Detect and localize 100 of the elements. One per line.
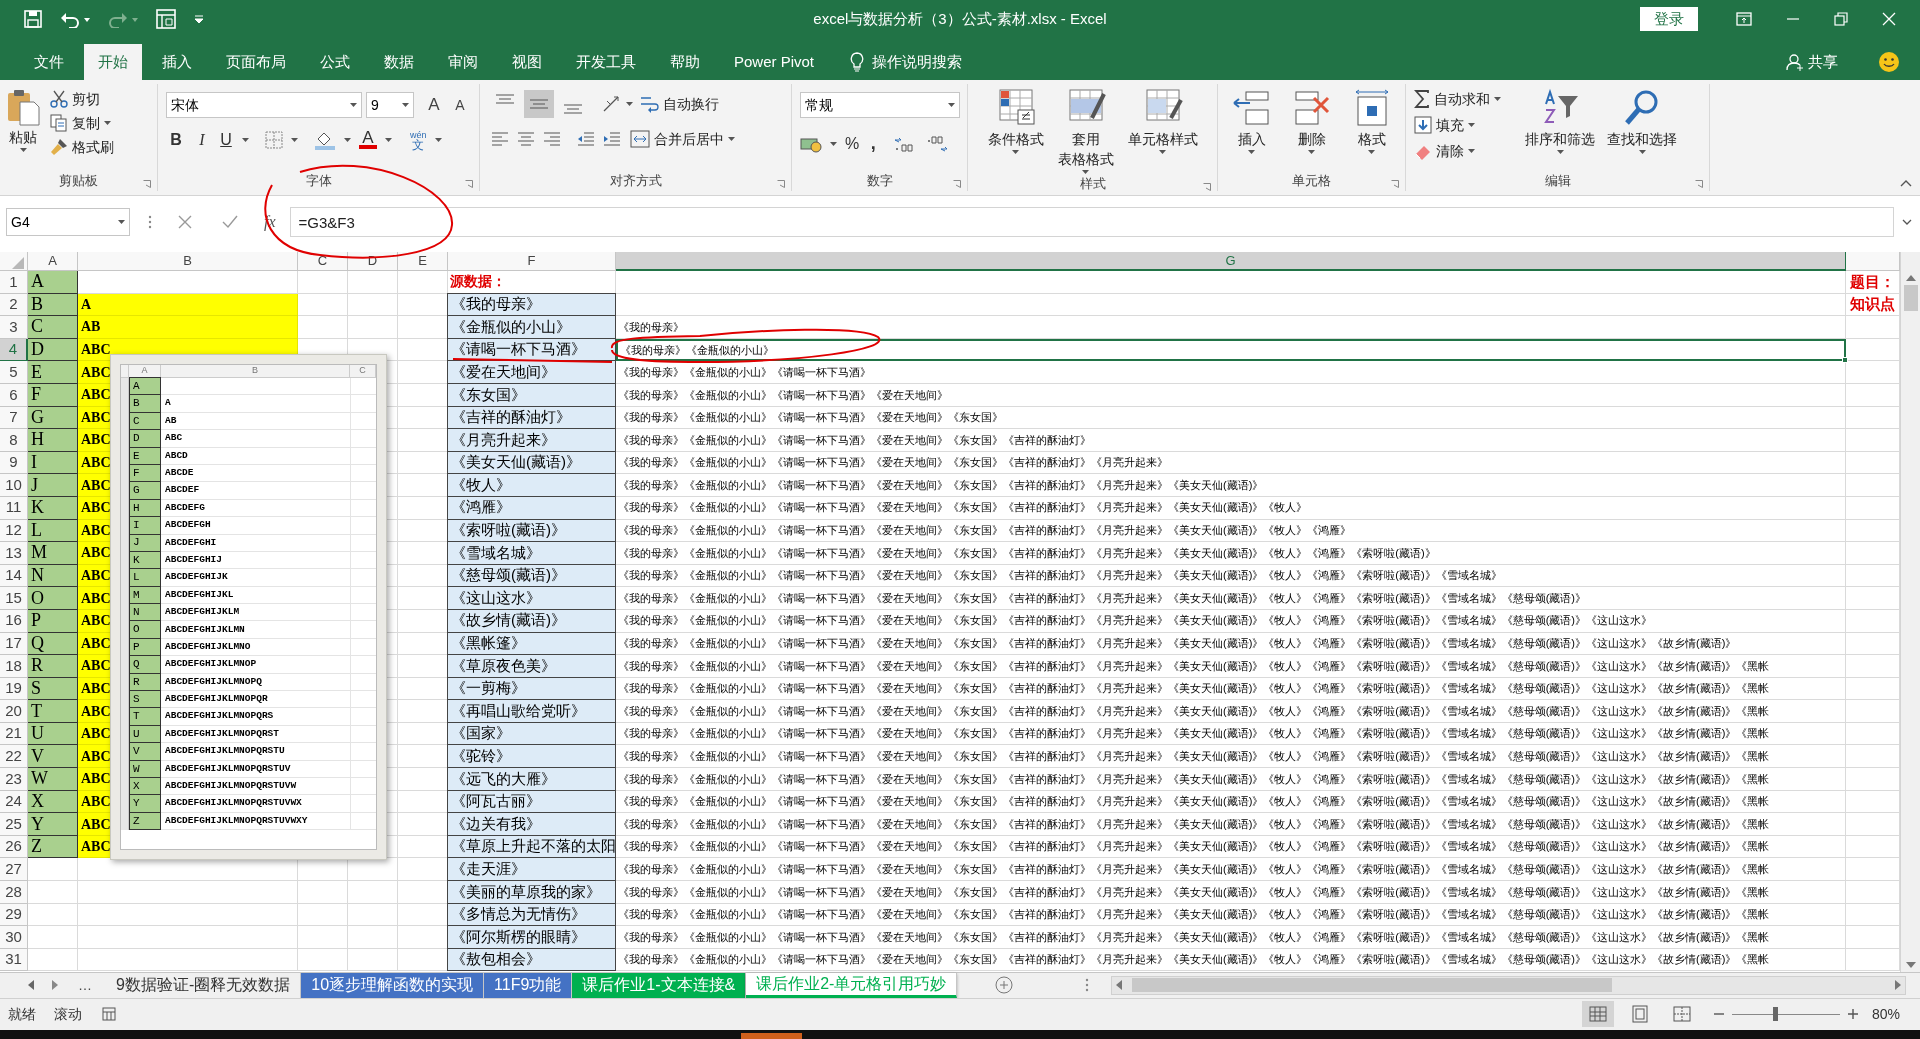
row-header[interactable]: 20 (0, 700, 28, 723)
dialog-launcher-icon[interactable] (953, 180, 961, 188)
increase-indent-icon[interactable] (602, 131, 622, 147)
scroll-left-icon[interactable] (1116, 980, 1123, 991)
zoom-level[interactable]: 80% (1871, 1003, 1900, 1025)
caret-icon[interactable] (104, 121, 111, 125)
cut-button[interactable]: 剪切 (48, 88, 116, 110)
row-header[interactable]: 3 (0, 316, 28, 339)
dialog-launcher-icon[interactable] (1695, 180, 1703, 188)
font-color-button[interactable]: A (359, 131, 377, 149)
dialog-launcher-icon[interactable] (1203, 182, 1211, 191)
row-header[interactable]: 22 (0, 745, 28, 769)
row-header[interactable]: 16 (0, 609, 28, 633)
tell-me-search[interactable]: 操作说明搜索 (872, 50, 963, 74)
caret-icon[interactable] (344, 138, 351, 142)
comma-button[interactable]: , (867, 130, 880, 157)
ribbon-tab[interactable]: 开发工具 (562, 44, 650, 80)
close-icon[interactable] (178, 215, 192, 229)
caret-icon[interactable] (1308, 150, 1315, 154)
row-header[interactable]: 5 (0, 361, 28, 384)
checkmark-icon[interactable] (222, 215, 238, 229)
sort-filter-button[interactable]: 排序和筛选 (1525, 86, 1595, 154)
ribbon-tab[interactable]: 插入 (148, 44, 206, 80)
shrink-font-button[interactable]: A (450, 94, 470, 116)
dialog-launcher-icon[interactable] (1391, 180, 1399, 188)
ribbon-tab[interactable]: 开始 (84, 44, 142, 80)
ribbon-tab[interactable]: 审阅 (434, 44, 492, 80)
merge-center-button[interactable]: 合并后居中 (628, 128, 737, 150)
collapse-ribbon-icon[interactable] (1900, 179, 1912, 187)
row-header[interactable]: 13 (0, 542, 28, 565)
next-sheet-icon[interactable] (52, 980, 58, 991)
sheet-tab[interactable]: 11F9功能 (484, 972, 573, 998)
add-sheet-icon[interactable] (995, 976, 1014, 995)
row-header[interactable]: 1 (0, 271, 28, 294)
italic-button[interactable]: I (194, 128, 210, 152)
paste-button[interactable]: 粘贴 (6, 86, 40, 152)
caret-icon[interactable] (19, 148, 27, 152)
wrap-text-button[interactable]: 自动换行 (637, 93, 721, 115)
ribbon-tab[interactable]: 数据 (370, 44, 428, 80)
font-name-field[interactable]: 宋体 (166, 92, 362, 118)
decrease-indent-icon[interactable] (576, 131, 596, 147)
scroll-right-icon[interactable] (1895, 980, 1901, 991)
lightbulb-icon[interactable] (850, 52, 865, 72)
format-cells-button[interactable]: 格式 (1351, 86, 1392, 154)
caret-icon[interactable] (1494, 97, 1501, 101)
row-header[interactable]: 30 (0, 926, 28, 949)
grow-font-button[interactable]: A (422, 92, 446, 118)
caret-icon[interactable] (1556, 150, 1564, 154)
orientation-icon[interactable] (602, 95, 622, 113)
column-header[interactable]: F (448, 252, 616, 271)
more-sheets-button[interactable]: … (78, 974, 92, 996)
decrease-decimal-icon[interactable] (925, 134, 950, 153)
clear-button[interactable]: 清除 (1412, 140, 1503, 162)
row-header[interactable]: 25 (0, 813, 28, 836)
caret-icon[interactable] (402, 103, 409, 107)
row-header[interactable]: 23 (0, 768, 28, 791)
caret-icon[interactable] (948, 103, 955, 107)
caret-icon[interactable] (1012, 150, 1019, 154)
ribbon-tab[interactable]: Power Pivot (720, 44, 829, 80)
dialog-launcher-icon[interactable] (465, 180, 473, 188)
scrollbar-thumb[interactable] (1903, 285, 1918, 311)
caret-icon[interactable] (434, 138, 442, 142)
caret-icon[interactable] (242, 138, 249, 142)
insert-cells-button[interactable]: 插入 (1231, 86, 1272, 154)
smiley-icon[interactable] (1878, 51, 1900, 73)
caret-icon[interactable] (626, 102, 633, 106)
row-header[interactable]: 31 (0, 948, 28, 972)
column-header[interactable]: G (616, 252, 1846, 271)
macro-record-icon[interactable] (102, 1007, 116, 1022)
share-button[interactable]: 共享 (1808, 50, 1838, 74)
row-header[interactable]: 19 (0, 677, 28, 701)
row-header[interactable]: 28 (0, 881, 28, 904)
table-format-button[interactable]: 套用 表格格式 (1057, 86, 1114, 174)
caret-icon[interactable] (291, 138, 298, 142)
form-icon[interactable] (156, 9, 176, 29)
caret-icon[interactable] (1159, 150, 1166, 154)
restore-icon[interactable] (1834, 12, 1848, 26)
row-header[interactable]: 8 (0, 429, 28, 452)
underline-button[interactable]: U (218, 128, 234, 152)
fill-button[interactable]: 填充 (1412, 114, 1503, 136)
caret-icon[interactable] (118, 220, 125, 224)
customize-caret-icon[interactable] (194, 14, 204, 24)
fill-color-icon[interactable] (314, 130, 336, 150)
ribbon-tab[interactable]: 页面布局 (212, 44, 300, 80)
column-header[interactable]: B (78, 252, 298, 271)
zoom-in-icon[interactable] (1847, 1009, 1858, 1020)
save-icon[interactable] (24, 10, 42, 28)
row-header[interactable]: 21 (0, 722, 28, 746)
ribbon-tab[interactable]: 文件 (20, 44, 78, 80)
ribbon-tab[interactable]: 视图 (498, 44, 556, 80)
caret-icon[interactable] (1248, 150, 1255, 154)
format-painter-button[interactable]: 格式刷 (48, 136, 116, 158)
caret-icon[interactable] (728, 137, 735, 141)
scroll-up-icon[interactable] (1905, 275, 1916, 281)
previous-sheet-icon[interactable] (28, 980, 34, 991)
person-icon[interactable] (1786, 53, 1804, 71)
copy-button[interactable]: 复制 (48, 112, 116, 134)
font-size-field[interactable]: 9 (366, 92, 414, 118)
selected-cell[interactable]: 《我的母亲》《金瓶似的小山》 (616, 338, 1846, 362)
ribbon-tab[interactable]: 公式 (306, 44, 364, 80)
